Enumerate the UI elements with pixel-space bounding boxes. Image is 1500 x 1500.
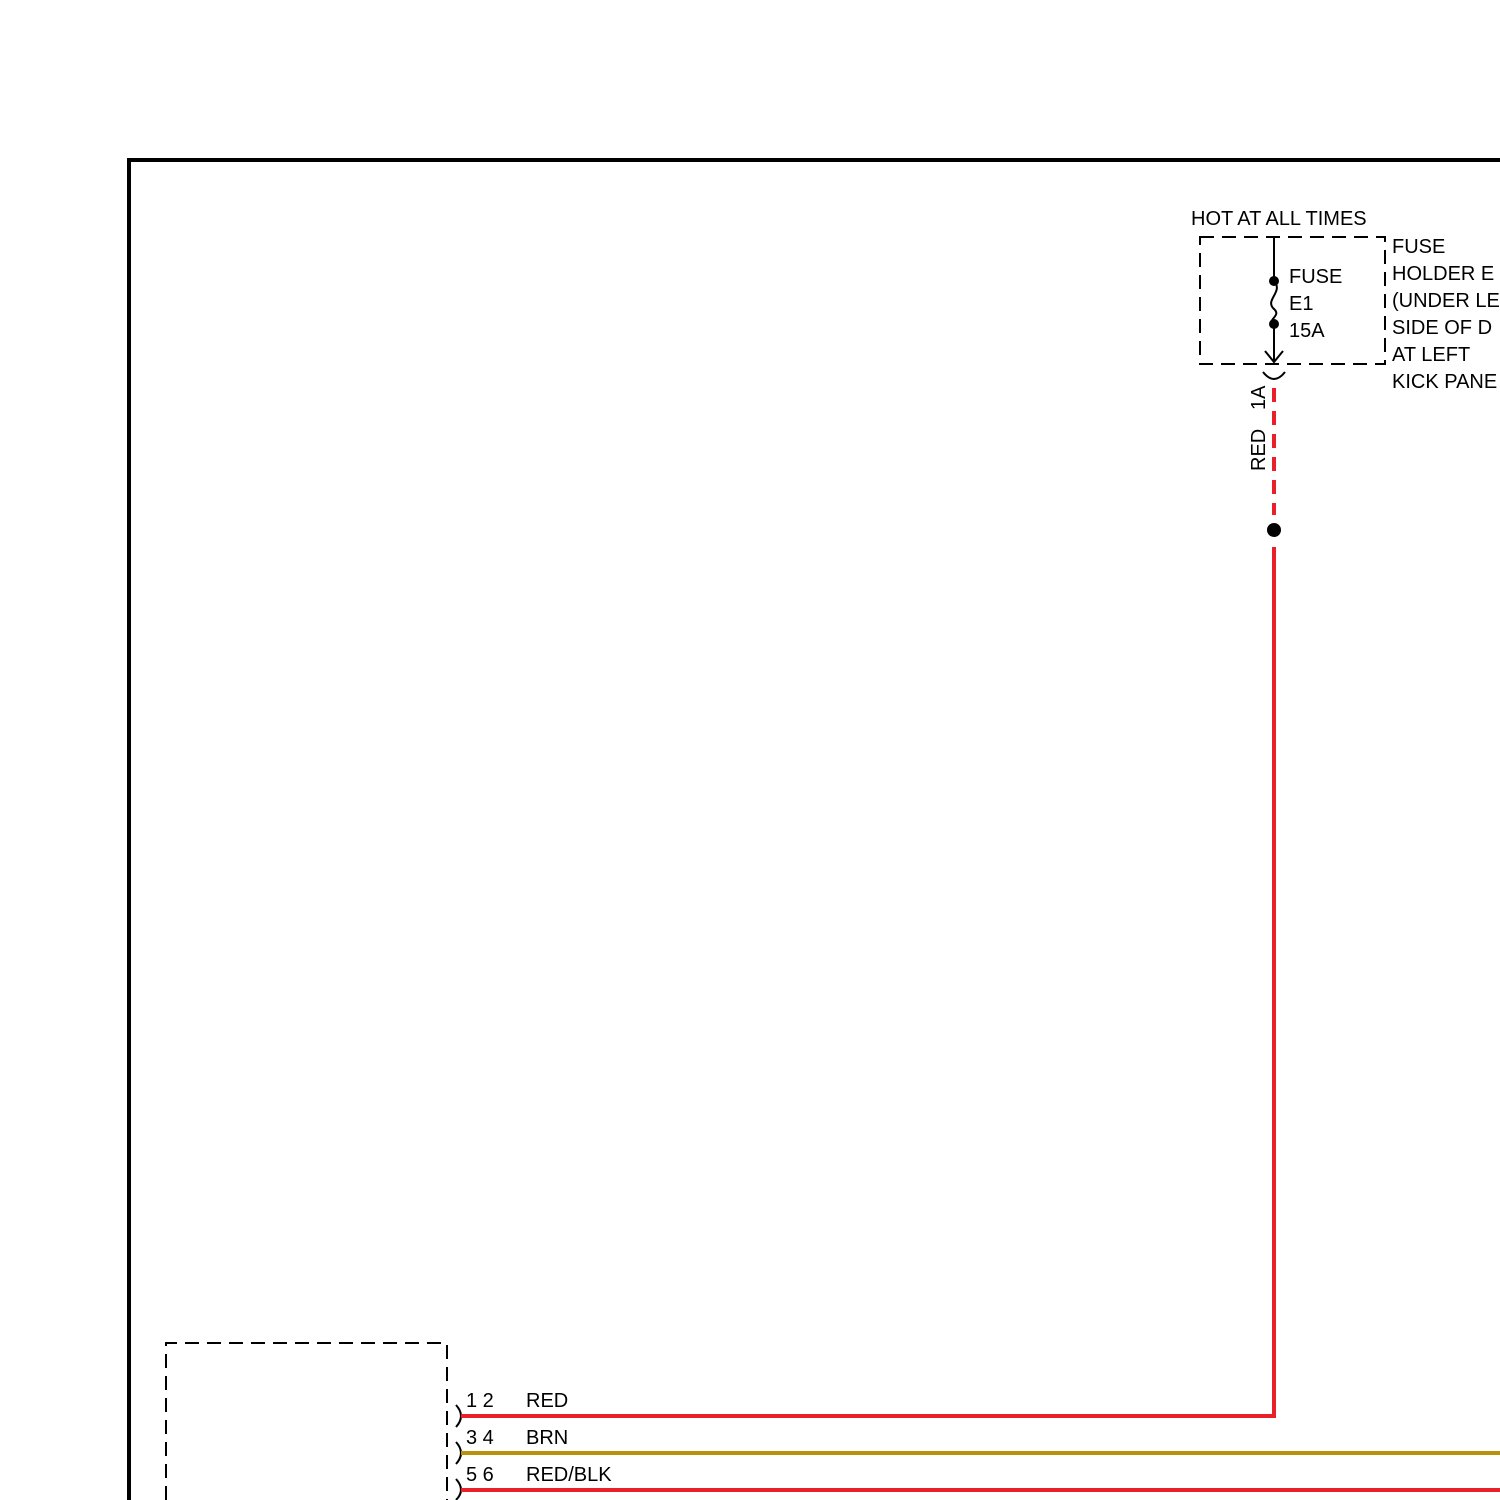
fuse-label: FUSE <box>1289 266 1342 288</box>
fuse-connector-icon <box>1262 371 1286 380</box>
wire-terminal-label: 1A <box>1248 385 1270 410</box>
connector-row: 1 2 RED <box>455 1390 1276 1428</box>
fuse-holder-label-5: AT LEFT <box>1392 344 1470 366</box>
fuse-holder-label-3: (UNDER LE <box>1392 290 1500 312</box>
fuse-rating: 15A <box>1289 320 1325 342</box>
connector-bracket-icon <box>455 1478 462 1500</box>
wire-color-label: BRN <box>526 1427 568 1449</box>
fuse-holder-label-6: KICK PANE <box>1392 371 1497 393</box>
splice-dot <box>1267 523 1281 537</box>
power-label: HOT AT ALL TIMES <box>1191 208 1367 230</box>
wire-color-label: RED <box>1248 429 1270 471</box>
connector-bracket-icon <box>455 1404 462 1428</box>
connector-pins: 1 2 <box>466 1390 494 1412</box>
fuse-element-icon <box>1270 280 1278 325</box>
diagram-frame <box>127 158 1500 1500</box>
fuse-holder-label-2: HOLDER E <box>1392 263 1494 285</box>
connector-pins: 3 4 <box>466 1427 494 1449</box>
component-box <box>165 1342 448 1500</box>
connector-row: 3 4 BRN <box>455 1427 1500 1465</box>
wire-color-label: RED/BLK <box>526 1464 612 1486</box>
connector-row: 5 6 RED/BLK <box>455 1464 1500 1500</box>
connector-bracket-icon <box>455 1441 462 1465</box>
fuse-holder-label-4: SIDE OF D <box>1392 317 1492 339</box>
fuse-holder-label-1: FUSE <box>1392 236 1445 258</box>
connector-pins: 5 6 <box>466 1464 494 1486</box>
wire-color-label: RED <box>526 1390 568 1412</box>
fuse-id: E1 <box>1289 293 1313 315</box>
wiring-diagram: HOT AT ALL TIMES FUSE E1 15A FUSE HOLDER… <box>127 158 1500 1500</box>
